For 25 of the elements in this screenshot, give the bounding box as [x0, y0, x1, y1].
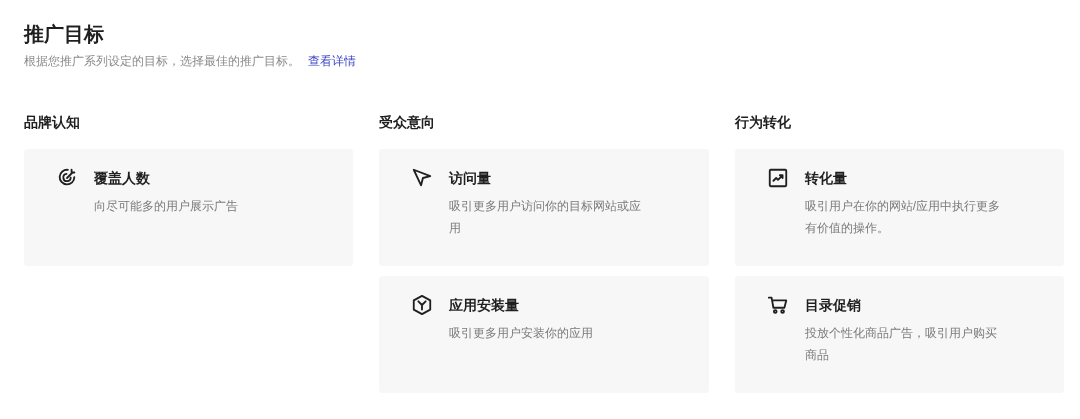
card-title: 应用安装量	[449, 296, 521, 315]
column-heading: 行为转化	[734, 113, 792, 132]
objective-card[interactable]: 应用安装量 吸引更多用户安装你的应用	[379, 276, 709, 393]
objective-card[interactable]: 转化量 吸引用户在你的网站/应用中执行更多有价值的操作。	[734, 149, 1064, 266]
objective-card[interactable]: 覆盖人数 向尽可能多的用户展示广告	[24, 149, 354, 266]
cursor-icon	[411, 167, 434, 189]
hexagon-icon	[411, 294, 434, 316]
objective-card[interactable]: 目录促销 投放个性化商品广告，吸引用户购买商品	[734, 276, 1064, 393]
card-description: 向尽可能多的用户展示广告	[94, 198, 239, 215]
page-subtitle: 根据您推广系列设定的目标，选择最佳的推广目标。	[24, 53, 300, 70]
page-title: 推广目标	[24, 22, 105, 47]
card-description: 吸引更多用户安装你的应用	[449, 325, 595, 342]
card-description: 吸引用户在你的网站/应用中执行更多有价值的操作。	[804, 198, 1001, 237]
objective-card[interactable]: 访问量 吸引更多用户访问你的目标网站或应用	[379, 149, 709, 266]
card-title: 覆盖人数	[94, 169, 151, 188]
card-title: 访问量	[449, 169, 493, 188]
card-description: 吸引更多用户访问你的目标网站或应用	[449, 198, 643, 237]
details-link[interactable]: 查看详情	[308, 52, 356, 70]
card-description: 投放个性化商品广告，吸引用户购买商品	[804, 325, 998, 364]
chart-icon	[766, 167, 789, 189]
column-heading: 品牌认知	[24, 113, 81, 132]
card-title: 转化量	[804, 169, 848, 188]
card-title: 目录促销	[804, 296, 862, 315]
cart-icon	[766, 294, 789, 316]
column-heading: 受众意向	[379, 113, 437, 132]
